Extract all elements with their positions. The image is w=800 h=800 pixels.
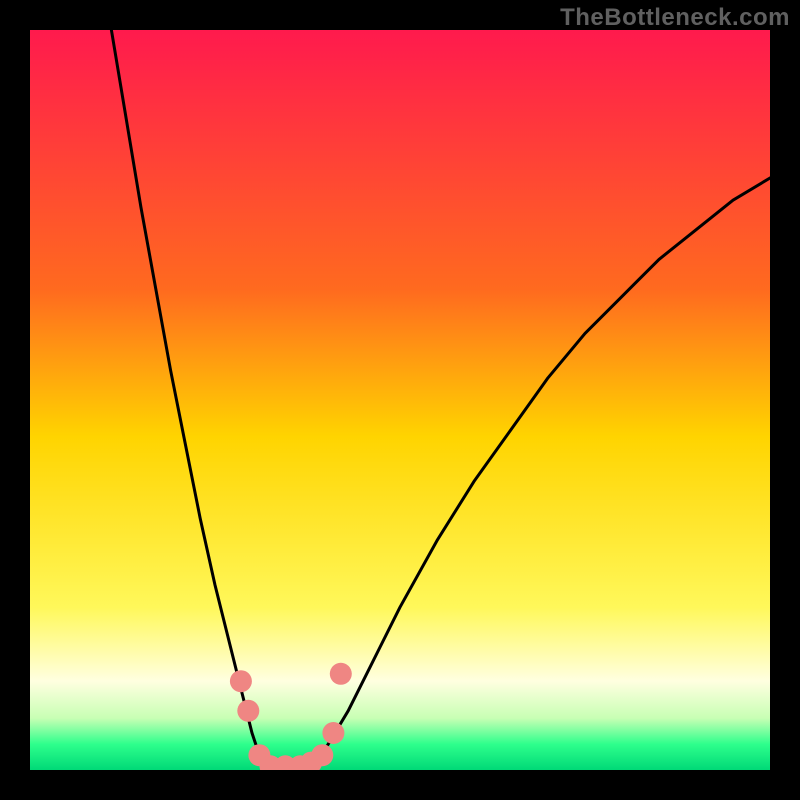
- valley-marker: [330, 663, 352, 685]
- valley-markers-layer: [30, 30, 770, 770]
- plot-area: [30, 30, 770, 770]
- chart-frame: TheBottleneck.com: [0, 0, 800, 800]
- valley-marker: [322, 722, 344, 744]
- watermark-text: TheBottleneck.com: [560, 4, 790, 32]
- valley-marker: [230, 670, 252, 692]
- valley-marker: [311, 744, 333, 766]
- valley-marker: [237, 700, 259, 722]
